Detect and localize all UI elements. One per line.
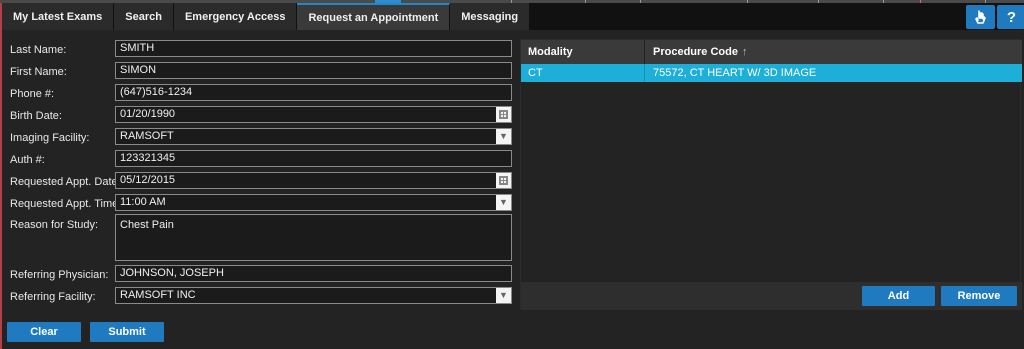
tab-my-latest-exams[interactable]: My Latest Exams xyxy=(2,3,115,30)
window-edge xyxy=(0,0,2,349)
ref-physician-label: Referring Physician: xyxy=(10,269,109,281)
first-name-field[interactable]: SIMON xyxy=(115,62,512,79)
procedure-grid: Modality Procedure Code ↑ CT 75572, CT H… xyxy=(520,39,1022,310)
add-button[interactable]: Add xyxy=(862,286,935,306)
phone-label: Phone #: xyxy=(10,88,55,100)
tab-messaging[interactable]: Messaging xyxy=(450,3,531,30)
ref-facility-select[interactable]: RAMSOFT INC ▼ xyxy=(115,287,512,304)
calendar-icon[interactable] xyxy=(496,173,511,188)
grid-header: Modality Procedure Code ↑ xyxy=(521,40,1022,64)
ref-physician-field[interactable]: JOHNSON, JOSEPH xyxy=(115,265,512,282)
tab-request-appointment[interactable]: Request an Appointment xyxy=(297,3,451,30)
sort-ascending-icon: ↑ xyxy=(741,46,748,58)
first-name-label: First Name: xyxy=(10,66,67,78)
birth-date-label: Birth Date: xyxy=(10,110,62,122)
appt-time-label: Requested Appt. Time: xyxy=(10,198,122,210)
chevron-down-icon[interactable]: ▼ xyxy=(496,195,511,210)
reason-textarea[interactable]: Chest Pain xyxy=(115,214,512,261)
ref-facility-label: Referring Facility: xyxy=(10,291,96,303)
column-procedure-code[interactable]: Procedure Code ↑ xyxy=(646,40,1022,64)
clear-button[interactable]: Clear xyxy=(7,322,81,342)
help-icon: ? xyxy=(1006,8,1017,26)
calendar-icon[interactable] xyxy=(496,107,511,122)
phone-field[interactable]: (647)516-1234 xyxy=(115,84,512,101)
remove-button[interactable]: Remove xyxy=(941,286,1017,306)
reason-label: Reason for Study: xyxy=(10,219,99,231)
tab-bar: My Latest Exams Search Emergency Access … xyxy=(2,3,1024,30)
last-name-label: Last Name: xyxy=(10,44,67,56)
last-name-field[interactable]: SMITH xyxy=(115,40,512,57)
cell-procedure: 75572, CT HEART W/ 3D IMAGE xyxy=(653,67,817,79)
auth-field[interactable]: 123321345 xyxy=(115,150,512,167)
hand-button[interactable] xyxy=(966,5,995,29)
appt-date-label: Requested Appt. Date: xyxy=(10,176,121,188)
table-row[interactable]: CT 75572, CT HEART W/ 3D IMAGE xyxy=(521,64,1022,82)
imaging-facility-select[interactable]: RAMSOFT ▼ xyxy=(115,128,512,145)
column-modality[interactable]: Modality xyxy=(521,40,645,64)
appt-time-select[interactable]: 11:00 AM ▼ xyxy=(115,194,512,211)
chevron-down-icon[interactable]: ▼ xyxy=(496,129,511,144)
appt-date-field[interactable]: 05/12/2015 xyxy=(115,172,512,189)
imaging-facility-label: Imaging Facility: xyxy=(10,132,90,144)
auth-label: Auth #: xyxy=(10,154,45,166)
chevron-down-icon[interactable]: ▼ xyxy=(496,288,511,303)
cell-modality: CT xyxy=(521,64,645,82)
tab-search[interactable]: Search xyxy=(114,3,174,30)
birth-date-field[interactable]: 01/20/1990 xyxy=(115,106,512,123)
hand-icon xyxy=(974,9,986,24)
tab-emergency-access[interactable]: Emergency Access xyxy=(173,3,298,30)
help-button[interactable]: ? xyxy=(997,5,1024,29)
submit-button[interactable]: Submit xyxy=(90,322,164,342)
